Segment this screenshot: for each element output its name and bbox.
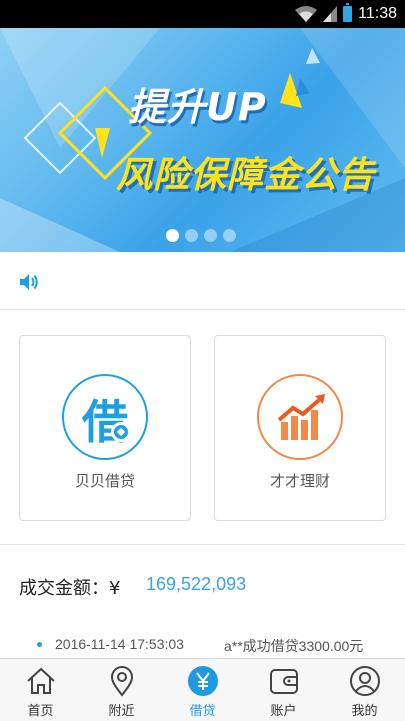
coin-icon	[111, 422, 131, 442]
banner-decoration	[0, 28, 405, 252]
tab-home-label: 首页	[27, 704, 54, 719]
invest-card[interactable]: 才才理财	[214, 335, 386, 521]
invest-card-label: 才才理财	[269, 472, 330, 490]
tab-loan[interactable]: 借贷	[162, 659, 243, 721]
signal-icon	[323, 6, 338, 22]
bottom-tab-bar: 首页 附近 借贷 账户 我的	[0, 658, 405, 721]
ticker-timestamp: 2016-11-14 17:53:03	[55, 636, 184, 652]
chart-up-icon	[257, 374, 343, 460]
home-icon	[26, 667, 55, 694]
product-cards: 借 贝贝借贷 才才理财	[0, 311, 405, 545]
bullet-icon	[37, 642, 42, 647]
borrow-icon: 借	[62, 374, 148, 460]
tab-nearby[interactable]: 附近	[81, 659, 162, 721]
tab-home[interactable]: 首页	[0, 659, 81, 721]
ticker-message: a**成功借贷3300.00元	[224, 638, 364, 654]
clock: 11:38	[358, 5, 397, 22]
tab-nearby-label: 附近	[108, 704, 135, 719]
banner-headline-main: 风险保障金公告	[116, 155, 376, 196]
carousel-dot[interactable]	[204, 229, 217, 242]
speaker-icon	[20, 274, 38, 290]
tab-mine[interactable]: 我的	[324, 659, 405, 721]
location-pin-icon	[110, 666, 133, 697]
wifi-icon	[295, 6, 318, 22]
wallet-icon	[269, 669, 298, 694]
status-bar: 11:38	[0, 0, 405, 28]
banner-headline-top: 提升UP	[128, 85, 267, 129]
tab-loan-label: 借贷	[189, 704, 216, 719]
tab-account[interactable]: 账户	[243, 659, 324, 721]
transaction-ticker: 2016-11-14 17:53:03 a**成功借贷3300.00元	[0, 626, 405, 658]
borrow-card[interactable]: 借 贝贝借贷	[19, 335, 191, 521]
carousel-indicator	[166, 229, 236, 242]
borrow-icon-char: 借	[82, 395, 128, 449]
carousel-dot[interactable]	[185, 229, 198, 242]
trading-volume: 成交金额：¥ 169,522,093	[0, 546, 405, 626]
carousel-dot[interactable]	[166, 229, 179, 242]
user-icon	[349, 666, 380, 696]
tab-account-label: 账户	[270, 704, 297, 719]
volume-label: 成交金额：¥	[19, 578, 121, 599]
announcement-bar[interactable]	[0, 252, 405, 310]
tab-mine-label: 我的	[351, 704, 378, 719]
carousel-dot[interactable]	[223, 229, 236, 242]
battery-icon	[343, 3, 353, 22]
promo-banner[interactable]: 提升UP 风险保障金公告	[0, 28, 405, 252]
yuan-icon	[187, 666, 218, 696]
borrow-card-label: 贝贝借贷	[74, 472, 135, 490]
volume-value: 169,522,093	[146, 574, 247, 594]
